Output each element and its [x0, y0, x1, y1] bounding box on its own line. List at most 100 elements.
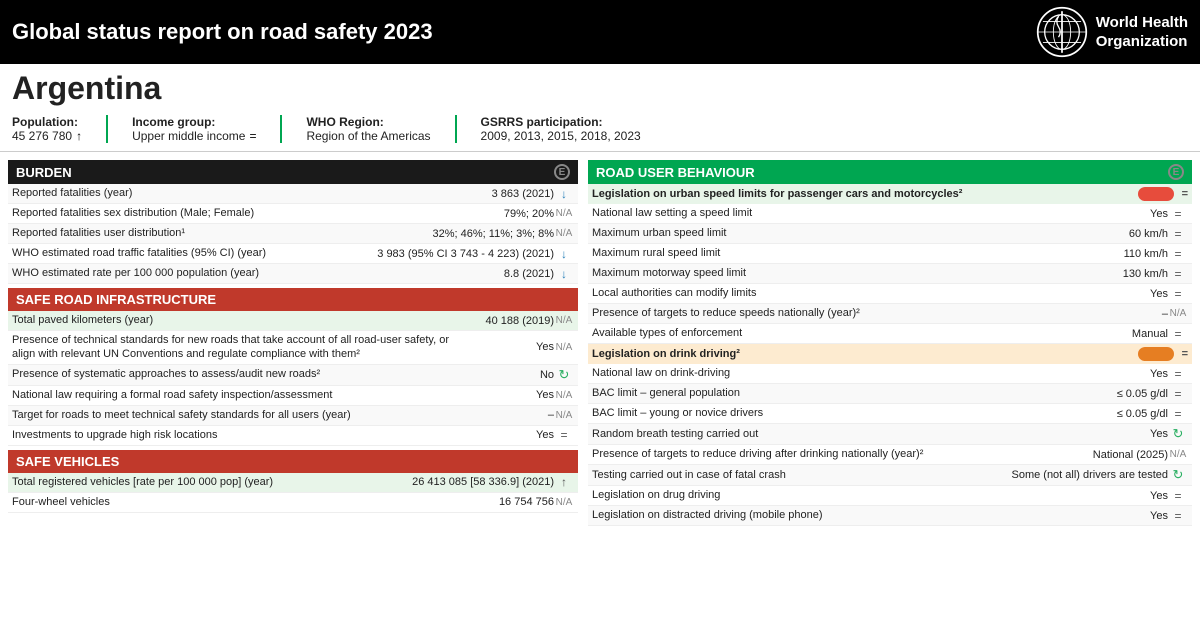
table-row: Four-wheel vehicles 16 754 756 N/A	[8, 493, 578, 513]
table-row: National law on drink-driving Yes =	[588, 364, 1192, 384]
table-row: BAC limit – young or novice drivers ≤ 0.…	[588, 404, 1192, 424]
stat-region-value: Region of the Americas	[306, 129, 430, 143]
row-label: National law requiring a formal road saf…	[12, 388, 474, 402]
row-value: 3 863 (2021)	[474, 188, 554, 200]
row-label: BAC limit – general population	[592, 386, 1088, 400]
table-row: Local authorities can modify limits Yes …	[588, 284, 1192, 304]
row-icon: =	[1168, 509, 1188, 523]
table-row: Reported fatalities (year) 3 863 (2021) …	[8, 184, 578, 204]
who-name-text: World HealthOrganization	[1096, 13, 1188, 52]
stat-region: WHO Region: Region of the Americas	[306, 115, 456, 143]
row-icon: ↓	[554, 247, 574, 261]
row-label: Presence of targets to reduce driving af…	[592, 447, 1088, 461]
row-icon: N/A	[1168, 449, 1188, 460]
row-value: Yes	[474, 429, 554, 441]
burden-header: BURDEN E	[8, 160, 578, 184]
row-icon: =	[1168, 387, 1188, 401]
who-logo: World HealthOrganization	[1036, 6, 1188, 58]
row-value: 8.8 (2021)	[474, 268, 554, 280]
row-value: Some (not all) drivers are tested	[1011, 469, 1168, 481]
row-value: ≤ 0.05 g/dl	[1088, 408, 1168, 420]
row-value: Manual	[1088, 328, 1168, 340]
table-row: Target for roads to meet technical safet…	[8, 406, 578, 426]
table-row: Testing carried out in case of fatal cra…	[588, 465, 1192, 486]
row-icon: =	[1168, 489, 1188, 503]
row-value: 60 km/h	[1088, 228, 1168, 240]
burden-info-icon[interactable]: E	[554, 164, 570, 180]
table-row: Available types of enforcement Manual =	[588, 324, 1192, 344]
row-label: Legislation on drug driving	[592, 488, 1088, 502]
row-icon: =	[1168, 367, 1188, 381]
burden-section: BURDEN E Reported fatalities (year) 3 86…	[8, 160, 578, 284]
row-icon: ↻	[554, 367, 574, 383]
left-column: BURDEN E Reported fatalities (year) 3 86…	[8, 160, 578, 526]
road-user-info-icon[interactable]: E	[1168, 164, 1184, 180]
row-label: Presence of technical standards for new …	[12, 333, 474, 362]
row-label: Reported fatalities (year)	[12, 186, 474, 200]
row-value: Yes	[1088, 510, 1168, 522]
row-value: No	[474, 369, 554, 381]
row-icon: N/A	[554, 410, 574, 421]
page-title: Global status report on road safety 2023	[12, 19, 433, 45]
row-value: Yes	[474, 389, 554, 401]
row-icon: N/A	[554, 208, 574, 219]
row-label: Available types of enforcement	[592, 326, 1088, 340]
row-icon: =	[1168, 267, 1188, 281]
stat-income-label: Income group:	[132, 115, 256, 129]
row-label: Total paved kilometers (year)	[12, 313, 474, 327]
row-label: Reported fatalities sex distribution (Ma…	[12, 206, 474, 220]
row-label: Reported fatalities user distribution¹	[12, 226, 433, 240]
row-label: Local authorities can modify limits	[592, 286, 1088, 300]
row-value: Yes	[1088, 368, 1168, 380]
row-value: ≤ 0.05 g/dl	[1088, 388, 1168, 400]
row-label: Presence of targets to reduce speeds nat…	[592, 306, 1088, 320]
drink-driving-subsection: Legislation on drink driving² =	[588, 344, 1192, 364]
table-row: Maximum motorway speed limit 130 km/h =	[588, 264, 1192, 284]
table-row: National law setting a speed limit Yes =	[588, 204, 1192, 224]
row-label: Maximum urban speed limit	[592, 226, 1088, 240]
row-value: 3 983 (95% CI 3 743 - 4 223) (2021)	[377, 248, 554, 260]
drink-indicator-icon	[1138, 347, 1174, 361]
stat-gsrrs: GSRRS participation: 2009, 2013, 2015, 2…	[481, 115, 665, 143]
row-icon: ↻	[1168, 467, 1188, 483]
stat-gsrrs-value: 2009, 2013, 2015, 2018, 2023	[481, 129, 641, 143]
row-label: Total registered vehicles [rate per 100 …	[12, 475, 412, 489]
table-row: BAC limit – general population ≤ 0.05 g/…	[588, 384, 1192, 404]
row-value: –	[474, 409, 554, 421]
page-header: Global status report on road safety 2023…	[0, 0, 1200, 64]
row-label: Four-wheel vehicles	[12, 495, 474, 509]
row-value: Yes	[1088, 208, 1168, 220]
row-value: 110 km/h	[1088, 248, 1168, 260]
row-icon: N/A	[1168, 308, 1188, 319]
table-row: Maximum urban speed limit 60 km/h =	[588, 224, 1192, 244]
row-label: National law on drink-driving	[592, 366, 1088, 380]
safe-road-section: SAFE ROAD INFRASTRUCTURE Total paved kil…	[8, 288, 578, 446]
stat-income-value: Upper middle income =	[132, 129, 256, 143]
speed-eq-icon: =	[1182, 188, 1188, 200]
table-row: Legislation on drug driving Yes =	[588, 486, 1192, 506]
stats-row: Population: 45 276 780 ↑ Income group: U…	[0, 111, 1200, 152]
row-icon: N/A	[554, 228, 574, 239]
row-value: Yes	[474, 341, 554, 353]
row-value: 16 754 756	[474, 496, 554, 508]
row-icon: =	[1168, 287, 1188, 301]
row-label: Target for roads to meet technical safet…	[12, 408, 474, 422]
table-row: Investments to upgrade high risk locatio…	[8, 426, 578, 446]
road-user-header: ROAD USER BEHAVIOUR E	[588, 160, 1192, 184]
row-label: Maximum motorway speed limit	[592, 266, 1088, 280]
row-value: National (2025)	[1088, 449, 1168, 461]
row-value: 40 188 (2019)	[474, 315, 554, 327]
table-row: Presence of systematic approaches to ass…	[8, 365, 578, 386]
table-row: WHO estimated rate per 100 000 populatio…	[8, 264, 578, 284]
row-label: Presence of systematic approaches to ass…	[12, 367, 474, 381]
table-row: Total paved kilometers (year) 40 188 (20…	[8, 311, 578, 331]
who-emblem-icon	[1036, 6, 1088, 58]
row-label: Testing carried out in case of fatal cra…	[592, 468, 1011, 482]
stat-population: Population: 45 276 780 ↑	[12, 115, 108, 143]
speed-limit-label: Legislation on urban speed limits for pa…	[592, 188, 962, 200]
population-arrow-icon: ↑	[76, 129, 82, 143]
table-row: Presence of targets to reduce driving af…	[588, 445, 1192, 465]
burden-label: BURDEN	[16, 165, 72, 180]
table-row: WHO estimated road traffic fatalities (9…	[8, 244, 578, 264]
table-row: Maximum rural speed limit 110 km/h =	[588, 244, 1192, 264]
